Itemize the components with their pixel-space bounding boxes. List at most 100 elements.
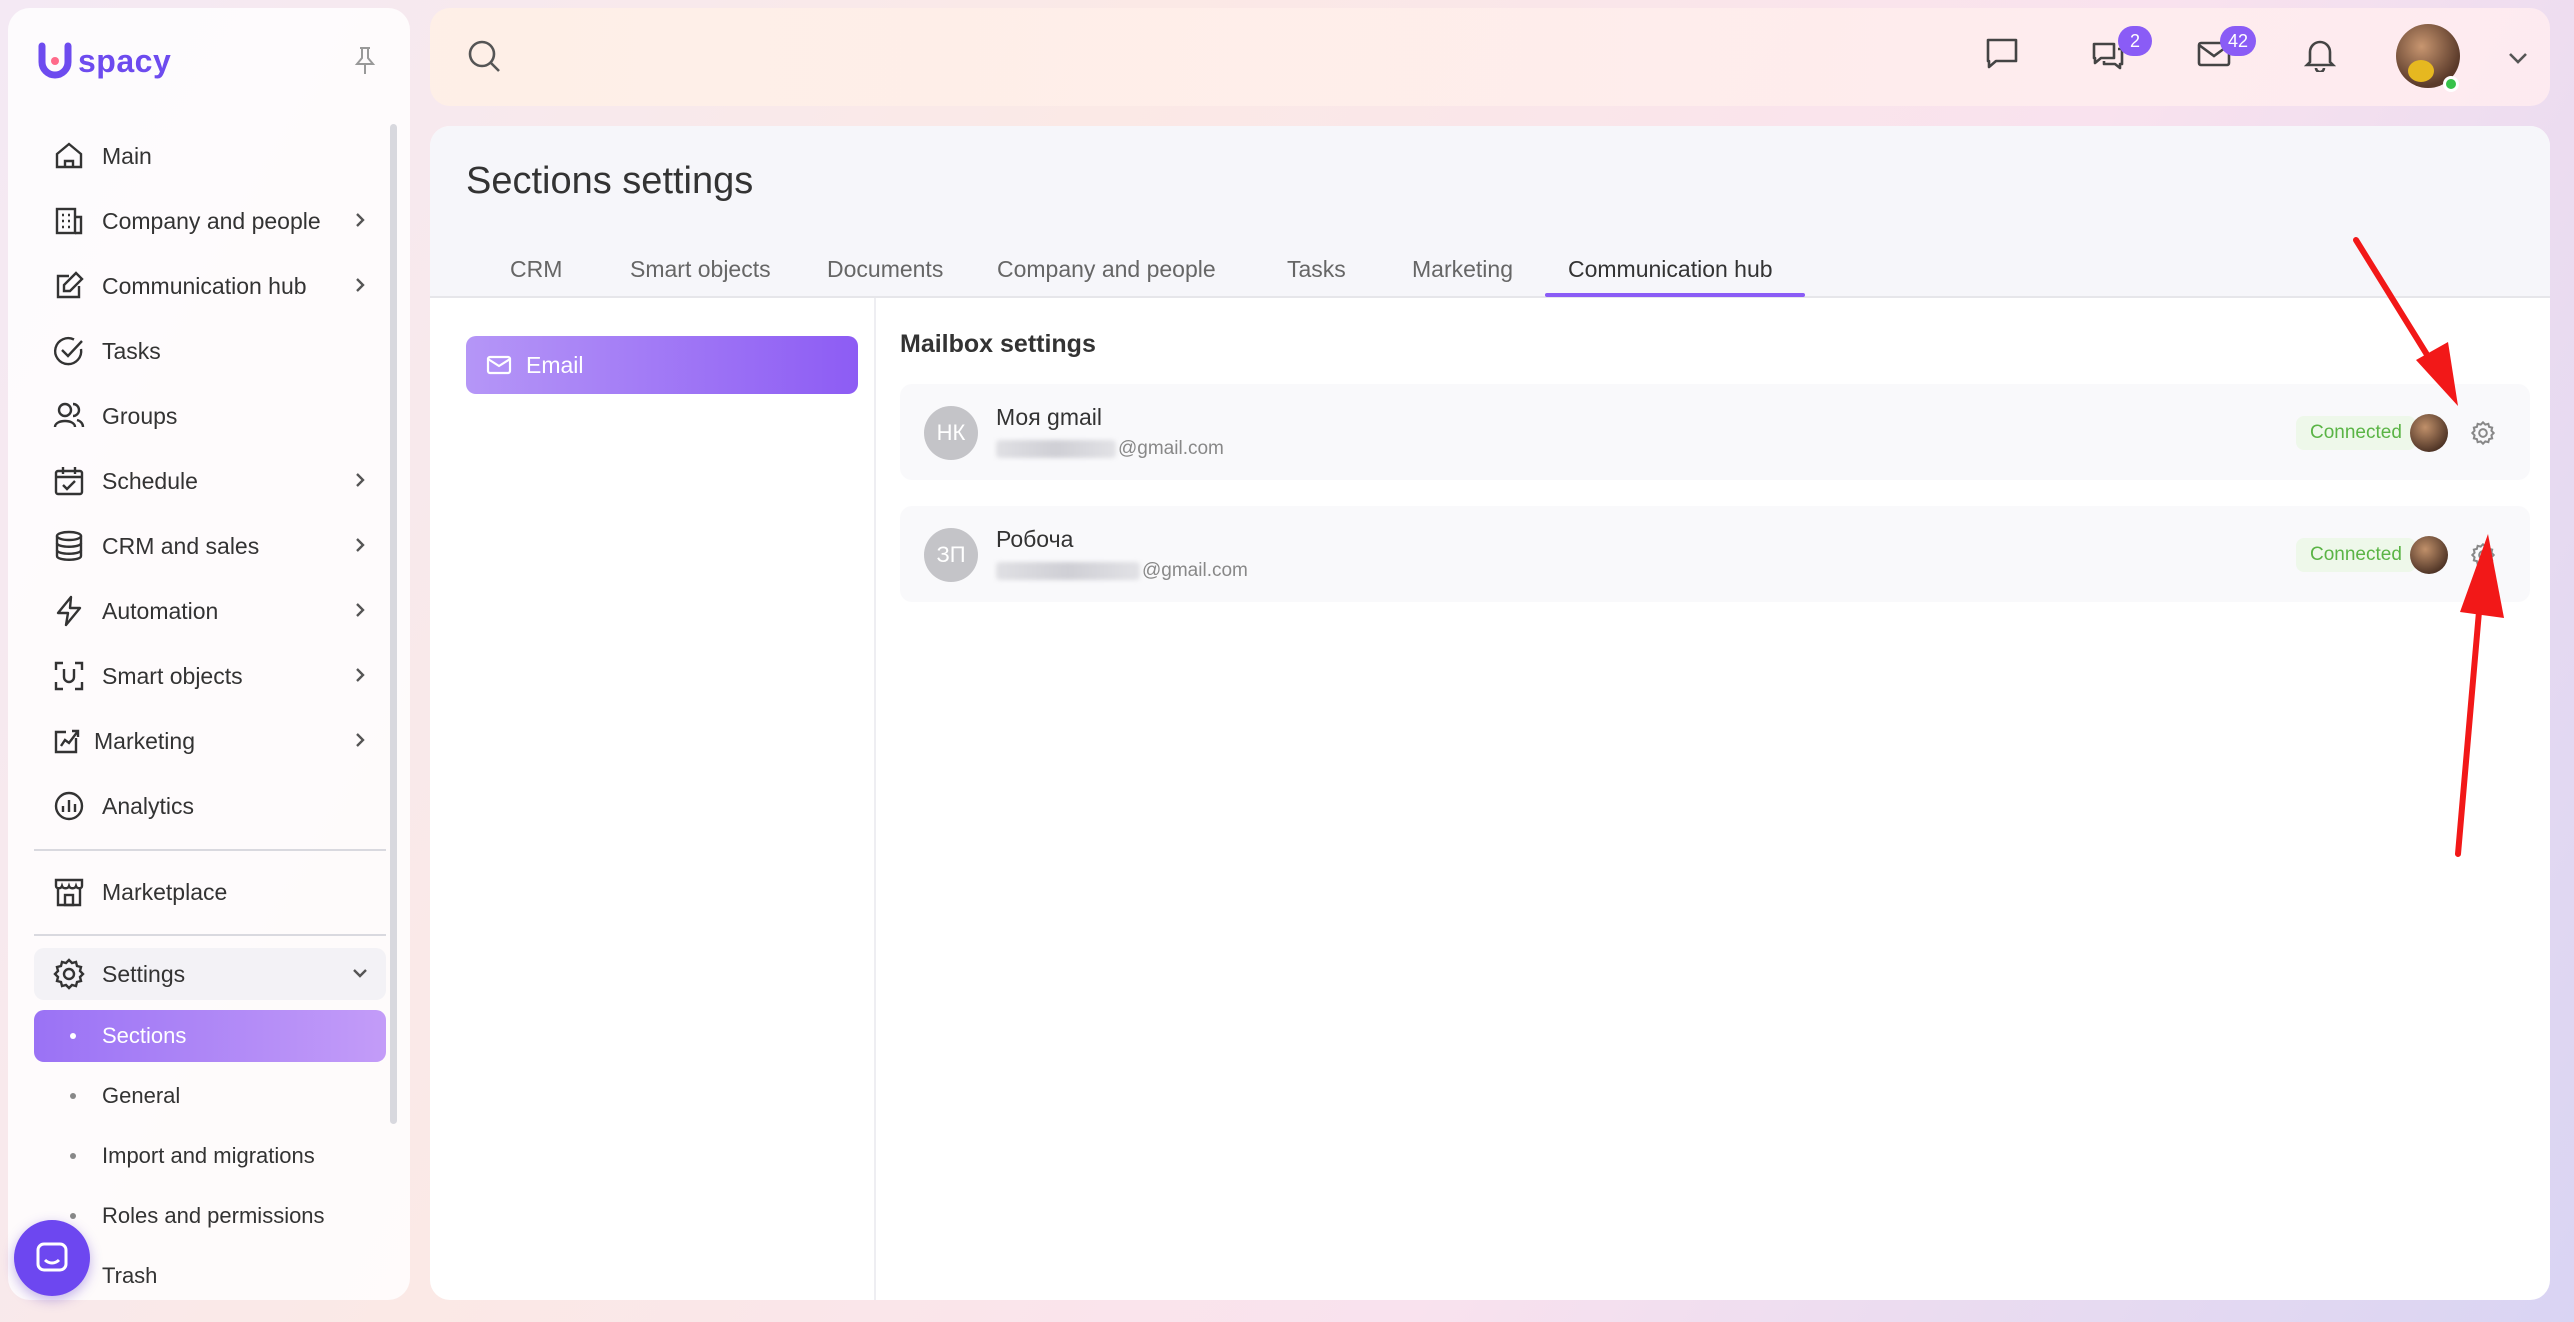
tab-company-and-people[interactable]: Company and people	[997, 256, 1216, 298]
chevron-right-icon	[350, 470, 370, 490]
mail-badge: 42	[2220, 26, 2257, 56]
sidebar-subitem-roles[interactable]: Roles and permissions	[34, 1190, 386, 1242]
sidebar-subitem-label: Sections	[102, 1023, 187, 1048]
home-icon	[52, 139, 86, 173]
pane-divider	[874, 298, 876, 1300]
redacted-text	[996, 562, 1140, 580]
sidebar: spacy Main Company and people Communicat…	[8, 8, 410, 1300]
sidebar-item-label: Smart objects	[102, 662, 243, 689]
owner-avatar[interactable]	[2410, 414, 2448, 452]
sidebar-item-main[interactable]: Main	[34, 130, 386, 182]
message-icon[interactable]	[1984, 36, 2020, 72]
sidebar-subitem-general[interactable]: General	[34, 1070, 386, 1122]
bullet-icon	[70, 1033, 76, 1039]
submenu-email-label: Email	[526, 351, 584, 378]
megaphone-icon	[52, 724, 80, 758]
chevron-right-icon	[350, 665, 370, 685]
sidebar-item-company[interactable]: Company and people	[34, 195, 386, 247]
mailbox-email-suffix: @gmail.com	[1142, 560, 1248, 581]
tab-documents[interactable]: Documents	[827, 256, 943, 298]
bullet-icon	[70, 1093, 76, 1099]
sidebar-divider	[34, 849, 386, 851]
owner-avatar[interactable]	[2410, 536, 2448, 574]
sidebar-scrollbar[interactable]	[390, 124, 397, 1124]
sidebar-item-label: Automation	[102, 597, 219, 624]
pin-icon[interactable]	[352, 46, 378, 76]
mail-icon	[486, 355, 512, 375]
sidebar-item-schedule[interactable]: Schedule	[34, 455, 386, 507]
sidebar-item-label: Marketplace	[102, 878, 228, 905]
sidebar-item-label: Tasks	[102, 337, 161, 364]
check-circle-icon	[52, 334, 86, 368]
sidebar-item-groups[interactable]: Groups	[34, 390, 386, 442]
scan-icon	[52, 659, 86, 693]
sidebar-subitem-sections[interactable]: Sections	[34, 1010, 386, 1062]
tab-crm[interactable]: CRM	[510, 256, 562, 298]
bullet-icon	[70, 1153, 76, 1159]
store-icon	[52, 875, 86, 909]
sidebar-item-label: Analytics	[102, 792, 195, 819]
chevron-right-icon	[350, 600, 370, 620]
sidebar-subitem-import[interactable]: Import and migrations	[34, 1130, 386, 1182]
sidebar-item-label: Company and people	[102, 207, 321, 234]
main-header: Sections settings CRM Smart objects Docu…	[430, 126, 2550, 298]
sidebar-item-automation[interactable]: Automation	[34, 585, 386, 637]
chevron-down-icon[interactable]	[2506, 46, 2530, 70]
sidebar-item-smart-objects[interactable]: Smart objects	[34, 650, 386, 702]
gear-icon[interactable]	[2470, 542, 2496, 568]
tab-communication-hub[interactable]: Communication hub	[1568, 256, 1773, 298]
mailbox-row[interactable]: НК Моя gmail @gmail.com Connected	[900, 384, 2530, 480]
users-icon	[52, 399, 86, 433]
status-badge: Connected	[2296, 416, 2416, 450]
logo[interactable]: spacy	[38, 42, 171, 80]
support-chat-button[interactable]	[14, 1220, 90, 1296]
mailbox-name: Робоча	[996, 526, 1074, 552]
tab-smart-objects[interactable]: Smart objects	[630, 256, 771, 298]
sidebar-item-marketing[interactable]: Marketing	[34, 715, 386, 767]
mailbox-name: Моя gmail	[996, 404, 1103, 430]
sidebar-item-crm[interactable]: CRM and sales	[34, 520, 386, 572]
sidebar-item-marketplace[interactable]: Marketplace	[34, 866, 386, 918]
chevron-right-icon	[350, 730, 370, 750]
sidebar-item-label: Marketing	[94, 727, 195, 754]
edit-chat-icon	[52, 269, 86, 303]
lightning-icon	[52, 594, 86, 628]
mailbox-row[interactable]: ЗП Робоча @gmail.com Connected	[900, 506, 2530, 602]
chevron-down-icon	[350, 963, 370, 983]
sidebar-subitem-label: Roles and permissions	[102, 1203, 325, 1228]
sidebar-item-label: Schedule	[102, 467, 198, 494]
search-icon[interactable]	[466, 38, 502, 74]
sidebar-item-label: CRM and sales	[102, 532, 260, 559]
status-badge: Connected	[2296, 538, 2416, 572]
mailbox-avatar: ЗП	[924, 528, 978, 582]
tab-tasks[interactable]: Tasks	[1287, 256, 1346, 298]
logo-text: spacy	[78, 42, 172, 79]
sidebar-item-label: Main	[102, 142, 152, 169]
chevron-right-icon	[350, 275, 370, 295]
building-icon	[52, 204, 86, 238]
submenu-email[interactable]: Email	[466, 336, 858, 394]
mailbox-email: @gmail.com	[996, 560, 1248, 582]
sidebar-item-label: Groups	[102, 402, 178, 429]
chart-circle-icon	[52, 789, 86, 823]
mailbox-avatar: НК	[924, 406, 978, 460]
mailbox-settings-title: Mailbox settings	[900, 330, 1096, 358]
active-tab-indicator	[1545, 293, 1805, 297]
sidebar-item-tasks[interactable]: Tasks	[34, 325, 386, 377]
sidebar-subitem-label: General	[102, 1083, 181, 1108]
bell-icon[interactable]	[2302, 36, 2338, 72]
sidebar-item-analytics[interactable]: Analytics	[34, 780, 386, 832]
tab-marketing[interactable]: Marketing	[1412, 256, 1513, 298]
chats-badge: 2	[2118, 26, 2152, 56]
page-title: Sections settings	[466, 160, 754, 202]
sidebar-item-label: Settings	[102, 960, 186, 987]
redacted-text	[996, 440, 1116, 458]
gear-icon[interactable]	[2470, 420, 2496, 446]
sidebar-item-communication-hub[interactable]: Communication hub	[34, 260, 386, 312]
bullet-icon	[70, 1213, 76, 1219]
chevron-right-icon	[350, 210, 370, 230]
gear-icon	[52, 957, 86, 991]
mailbox-email: @gmail.com	[996, 438, 1224, 460]
sidebar-item-settings[interactable]: Settings	[34, 948, 386, 1000]
chat-bubble-icon	[36, 1242, 68, 1272]
